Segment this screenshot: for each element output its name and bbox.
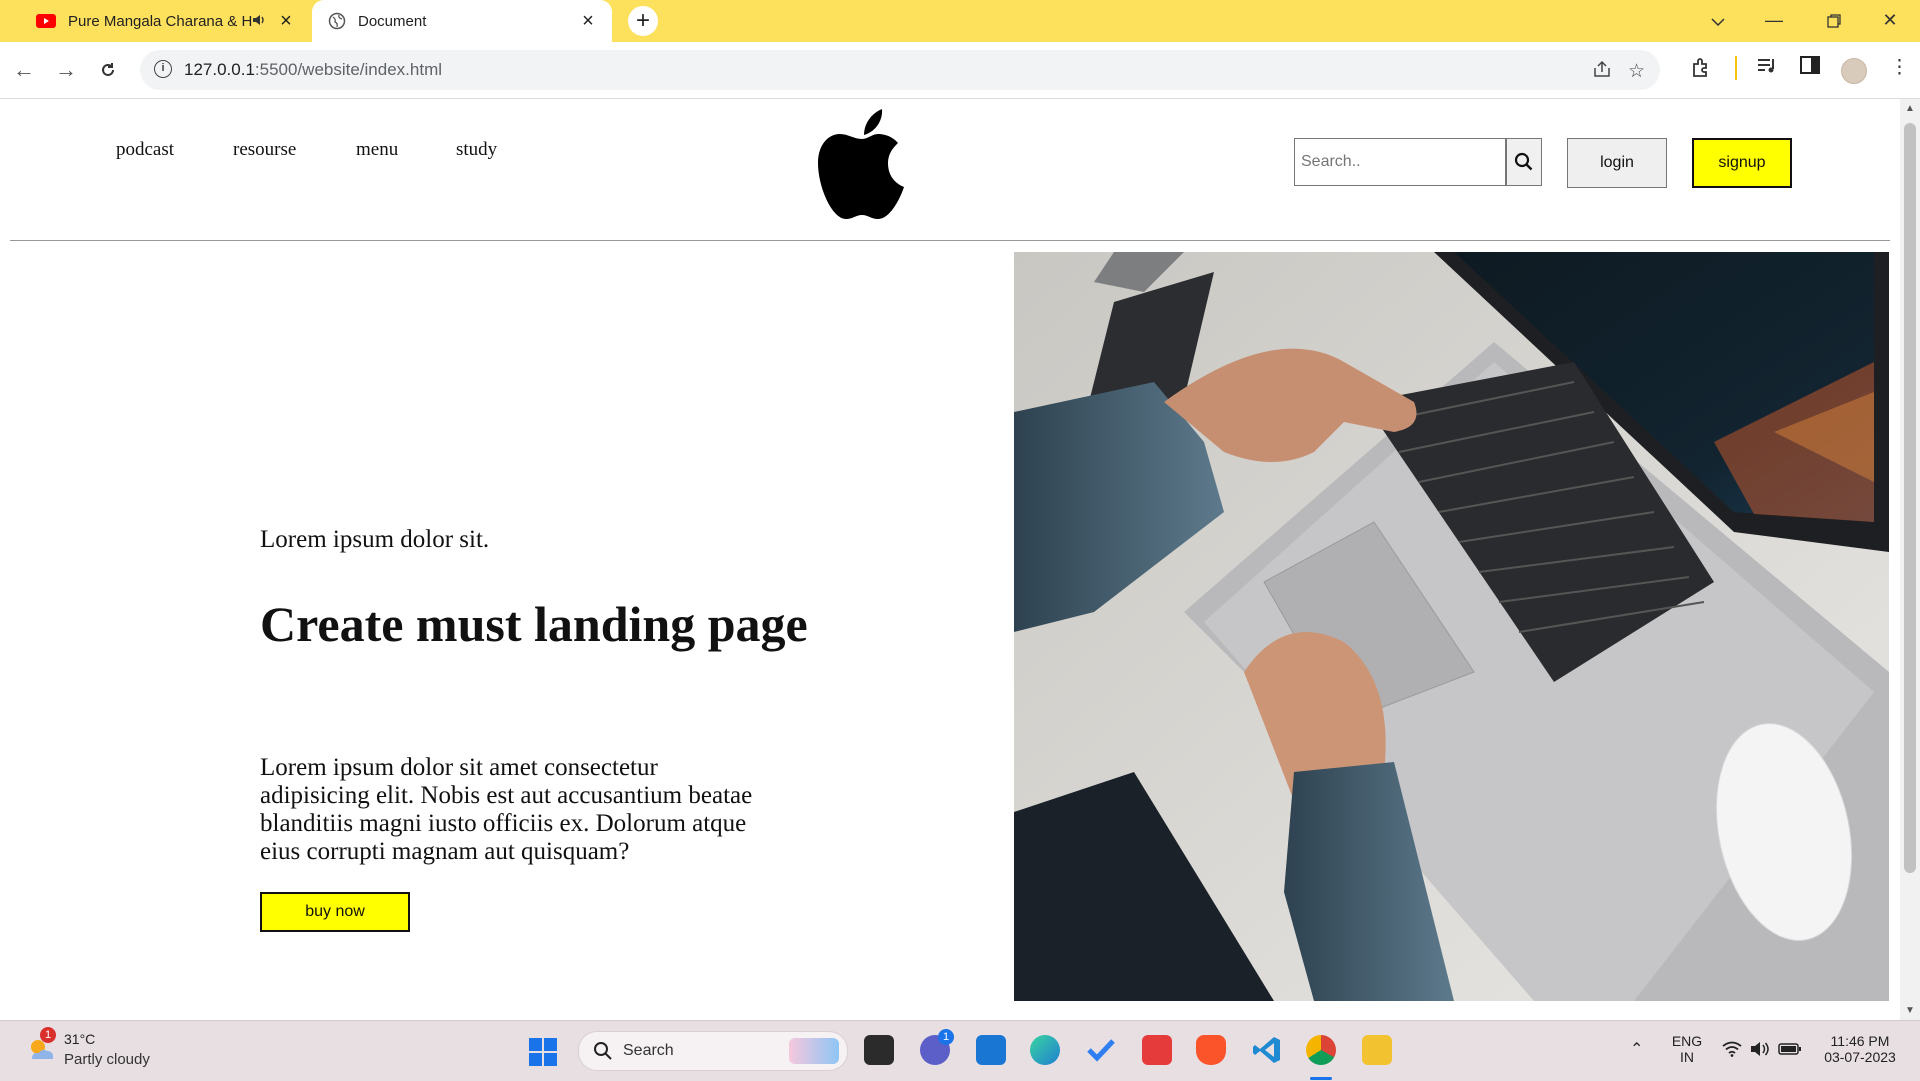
search-button[interactable] xyxy=(1506,138,1542,186)
hero-body-text: Lorem ipsum dolor sit amet consectetur a… xyxy=(260,754,753,865)
globe-icon xyxy=(328,12,346,30)
search-icon xyxy=(594,1042,612,1060)
reload-icon[interactable] xyxy=(94,56,122,84)
profile-avatar[interactable] xyxy=(1841,58,1867,84)
scroll-up-icon[interactable]: ▲ xyxy=(1900,103,1920,114)
new-tab-button[interactable]: + xyxy=(628,6,658,36)
search-highlight-icon xyxy=(789,1038,839,1064)
apple-logo-icon xyxy=(818,109,904,219)
todo-check-icon[interactable] xyxy=(1086,1035,1116,1065)
forward-arrow-icon[interactable]: → xyxy=(52,56,80,84)
hero-eyebrow: Lorem ipsum dolor sit. xyxy=(260,526,490,553)
address-bar[interactable]: i 127.0.0.1:5500/website/index.html ☆ xyxy=(140,50,1660,90)
close-tab-icon[interactable]: × xyxy=(574,10,602,33)
tab-youtube[interactable]: Pure Mangala Charana & H × xyxy=(20,0,310,42)
nav-link-podcast[interactable]: podcast xyxy=(116,139,174,161)
page-scrollbar[interactable]: ▲ ▼ xyxy=(1900,99,1920,1020)
windows-taskbar: 1 31°C Partly cloudy Search 1 ⌃ ENG IN 11… xyxy=(0,1020,1920,1081)
teams-badge: 1 xyxy=(938,1029,954,1045)
extensions-icon[interactable] xyxy=(1690,56,1712,84)
restore-icon[interactable] xyxy=(1806,0,1862,42)
youtube-icon xyxy=(36,14,56,28)
calendar-heart-app-icon[interactable] xyxy=(1142,1035,1172,1065)
nav-link-resourse[interactable]: resourse xyxy=(233,139,296,161)
weather-description: Partly cloudy xyxy=(64,1051,150,1068)
login-button[interactable]: login xyxy=(1567,138,1667,188)
web-page: podcast resourse menu study Search.. log… xyxy=(0,99,1900,1020)
bookmark-star-icon[interactable]: ☆ xyxy=(1628,60,1645,83)
windows-start-icon[interactable] xyxy=(528,1037,558,1067)
calendar-app-icon[interactable] xyxy=(976,1035,1006,1065)
search-input[interactable]: Search.. xyxy=(1294,138,1506,186)
minimize-icon[interactable]: — xyxy=(1746,0,1802,42)
nav-link-study[interactable]: study xyxy=(456,139,497,161)
search-icon xyxy=(1514,152,1533,171)
tab-title: Document xyxy=(358,12,427,30)
brave-browser-icon[interactable] xyxy=(1196,1035,1226,1065)
tab-search-chevron-icon[interactable] xyxy=(1690,0,1746,42)
task-view-icon[interactable] xyxy=(864,1035,894,1065)
tab-title: Pure Mangala Charana & H xyxy=(68,12,252,30)
wifi-icon[interactable] xyxy=(1722,1041,1742,1057)
browser-tab-strip: Pure Mangala Charana & H × Document × + … xyxy=(0,0,1920,42)
toolbar-separator xyxy=(1735,56,1737,80)
weather-badge: 1 xyxy=(40,1027,56,1043)
buy-now-button[interactable]: buy now xyxy=(260,892,410,932)
url-text: 127.0.0.1:5500/website/index.html xyxy=(184,60,443,79)
battery-icon[interactable] xyxy=(1778,1041,1802,1057)
speaker-icon[interactable] xyxy=(252,14,266,29)
side-panel-icon[interactable] xyxy=(1800,56,1820,80)
share-icon[interactable] xyxy=(1592,60,1612,84)
more-menu-icon[interactable]: ⋮ xyxy=(1890,56,1909,79)
tab-document[interactable]: Document × xyxy=(312,0,612,42)
chrome-browser-icon[interactable] xyxy=(1306,1035,1336,1065)
weather-temperature: 31°C xyxy=(64,1031,96,1047)
volume-icon[interactable] xyxy=(1750,1041,1770,1057)
show-hidden-icons-chevron-icon[interactable]: ⌃ xyxy=(1630,1039,1643,1059)
media-controls-icon[interactable] xyxy=(1756,56,1778,82)
signup-button[interactable]: signup xyxy=(1692,138,1792,188)
file-explorer-icon[interactable] xyxy=(1362,1035,1392,1065)
vscode-icon[interactable] xyxy=(1252,1035,1282,1065)
system-clock[interactable]: 11:46 PM 03-07-2023 xyxy=(1818,1033,1902,1065)
browser-toolbar: ← → i 127.0.0.1:5500/website/index.html … xyxy=(0,42,1920,99)
site-info-icon[interactable]: i xyxy=(154,60,172,78)
hero-headline: Create must landing page xyxy=(260,596,808,652)
header-divider xyxy=(10,240,1890,241)
scrollbar-thumb[interactable] xyxy=(1904,123,1916,873)
close-tab-icon[interactable]: × xyxy=(272,10,300,33)
back-arrow-icon[interactable]: ← xyxy=(10,56,38,84)
nav-link-menu[interactable]: menu xyxy=(356,139,398,161)
taskbar-search[interactable]: Search xyxy=(578,1031,848,1071)
hero-laptop-photo xyxy=(1014,252,1889,1001)
language-indicator[interactable]: ENG IN xyxy=(1670,1033,1704,1065)
scroll-down-icon[interactable]: ▼ xyxy=(1900,1005,1920,1016)
edge-browser-icon[interactable] xyxy=(1030,1035,1060,1065)
close-window-icon[interactable]: ✕ xyxy=(1862,0,1918,42)
